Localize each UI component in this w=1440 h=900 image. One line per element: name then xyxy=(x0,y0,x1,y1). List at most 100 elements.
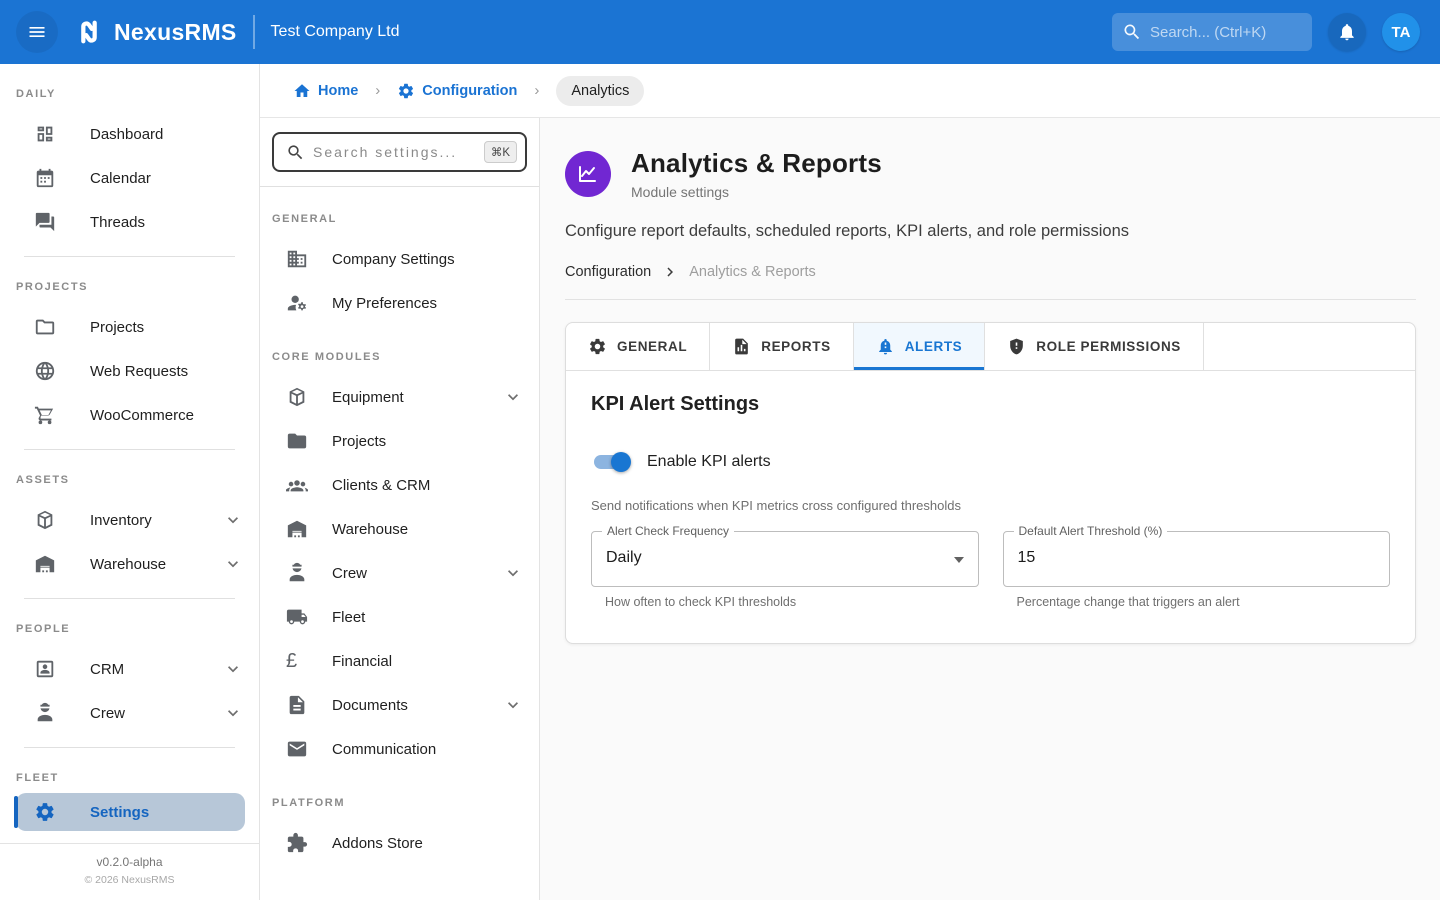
sidebar-item-label: Warehouse xyxy=(332,521,408,538)
sidebar-item-label: Dashboard xyxy=(90,126,163,143)
global-search-input[interactable] xyxy=(1150,24,1302,41)
hamburger-icon xyxy=(27,22,47,42)
sidebar-item-label: Warehouse xyxy=(90,556,166,573)
sidebar-item-financial[interactable]: £Financial xyxy=(260,639,539,683)
app-version: v0.2.0-alpha xyxy=(0,855,259,869)
sidebar-item-label: Inventory xyxy=(90,512,152,529)
enable-kpi-alerts-toggle[interactable] xyxy=(591,450,631,474)
section-label: FLEET xyxy=(16,772,243,784)
alert-frequency-select[interactable]: Alert Check FrequencyDaily xyxy=(591,531,979,587)
box-icon xyxy=(286,386,308,408)
chevron-down-icon xyxy=(223,659,243,679)
sidebar-pinned-footer: Settings v0.2.0-alpha © 2026 NexusRMS xyxy=(0,789,259,900)
field-label: Alert Check Frequency xyxy=(602,524,734,538)
alert-threshold-input[interactable]: Default Alert Threshold (%)15 xyxy=(1003,531,1391,587)
tab-alerts[interactable]: ALERTS xyxy=(854,323,986,370)
search-icon xyxy=(1122,22,1142,42)
sidebar-item-warehouse[interactable]: Warehouse xyxy=(0,542,259,586)
puzzle-icon xyxy=(286,832,308,854)
tab-label: GENERAL xyxy=(617,339,687,354)
sidebar-item-crew[interactable]: Crew xyxy=(260,551,539,595)
form-field: Alert Check FrequencyDailyHow often to c… xyxy=(591,531,979,609)
sidebar-item-settings[interactable]: Settings xyxy=(16,793,245,831)
crew-icon xyxy=(34,702,56,724)
sidebar-item-label: Projects xyxy=(90,319,144,336)
building-icon xyxy=(286,248,308,270)
settings-card: GENERALREPORTSALERTSROLE PERMISSIONS KPI… xyxy=(565,322,1416,644)
pound-icon: £ xyxy=(286,650,308,672)
sidebar-item-calendar[interactable]: Calendar xyxy=(0,156,259,200)
sidebar-item-label: Calendar xyxy=(90,170,151,187)
sidebar-item-label: Addons Store xyxy=(332,835,423,852)
sidebar-item-label: My Preferences xyxy=(332,295,437,312)
tab-general[interactable]: GENERAL xyxy=(566,323,710,370)
chevron-down-icon xyxy=(503,387,523,407)
sidebar-item-inventory[interactable]: Inventory xyxy=(0,498,259,542)
report-icon xyxy=(732,337,751,356)
keyboard-shortcut-badge: ⌘K xyxy=(484,141,517,163)
nexus-logo-icon xyxy=(72,15,106,49)
sidebar-item-projects[interactable]: Projects xyxy=(0,305,259,349)
sidebar-item-dashboard[interactable]: Dashboard xyxy=(0,112,259,156)
sidebar-item-threads[interactable]: Threads xyxy=(0,200,259,244)
field-value: Daily xyxy=(592,532,978,584)
tab-reports[interactable]: REPORTS xyxy=(710,323,853,370)
sidebar-item-addons-store[interactable]: Addons Store xyxy=(260,821,539,865)
menu-button[interactable] xyxy=(16,11,58,53)
divider xyxy=(24,256,235,257)
breadcrumb-link-configuration[interactable]: Configuration xyxy=(397,82,517,100)
section-label: PLATFORM xyxy=(272,797,527,809)
sidebar-item-label: Documents xyxy=(332,697,408,714)
brand: NexusRMS xyxy=(72,15,237,49)
app-header: NexusRMS Test Company Ltd TA xyxy=(0,0,1440,64)
sidebar-item-company-settings[interactable]: Company Settings xyxy=(260,237,539,281)
user-avatar[interactable]: TA xyxy=(1382,13,1420,51)
field-value: 15 xyxy=(1004,532,1390,584)
chevron-right-icon xyxy=(661,263,679,281)
sidebar-item-fleet[interactable]: Fleet xyxy=(260,595,539,639)
path-parent: Configuration xyxy=(565,264,651,280)
divider xyxy=(24,449,235,450)
sidebar-item-crm[interactable]: CRM xyxy=(0,647,259,691)
sidebar-item-label: WooCommerce xyxy=(90,407,194,424)
sidebar-item-label: Company Settings xyxy=(332,251,455,268)
sidebar-item-label: Settings xyxy=(90,804,149,821)
search-icon xyxy=(286,143,305,162)
breadcrumb-label: Home xyxy=(318,83,358,99)
tab-role-permissions[interactable]: ROLE PERMISSIONS xyxy=(985,323,1204,370)
sidebar-item-label: Projects xyxy=(332,433,386,450)
sidebar-item-clients-crm[interactable]: Clients & CRM xyxy=(260,463,539,507)
bell-icon xyxy=(1337,22,1357,42)
settings-search[interactable]: ⌘K xyxy=(272,132,527,172)
sidebar-item-label: Threads xyxy=(90,214,145,231)
sidebar-item-warehouse[interactable]: Warehouse xyxy=(260,507,539,551)
settings-search-input[interactable] xyxy=(313,144,476,160)
global-search[interactable] xyxy=(1112,13,1312,51)
shield-icon xyxy=(1007,337,1026,356)
path-current: Analytics & Reports xyxy=(689,264,816,280)
warehouse-icon xyxy=(34,553,56,575)
sidebar-item-equipment[interactable]: Equipment xyxy=(260,375,539,419)
folder-icon xyxy=(34,316,56,338)
sidebar-item-web-requests[interactable]: Web Requests xyxy=(0,349,259,393)
field-label: Default Alert Threshold (%) xyxy=(1014,524,1168,538)
breadcrumb-current: Analytics xyxy=(556,76,644,106)
sidebar-item-crew[interactable]: Crew xyxy=(0,691,259,735)
sidebar-item-documents[interactable]: Documents xyxy=(260,683,539,727)
breadcrumb-link-home[interactable]: Home xyxy=(293,82,358,100)
copyright: © 2026 NexusRMS xyxy=(0,874,259,886)
sidebar-item-projects[interactable]: Projects xyxy=(260,419,539,463)
settings-sidebar: ⌘K GENERALCompany SettingsMy Preferences… xyxy=(260,118,540,900)
sidebar-item-woocommerce[interactable]: WooCommerce xyxy=(0,393,259,437)
chevron-down-icon xyxy=(503,695,523,715)
sidebar-item-label: Fleet xyxy=(332,609,365,626)
breadcrumb-label: Configuration xyxy=(422,83,517,99)
notifications-button[interactable] xyxy=(1328,13,1366,51)
sidebar-item-my-preferences[interactable]: My Preferences xyxy=(260,281,539,325)
mail-icon xyxy=(286,738,308,760)
sidebar-item-communication[interactable]: Communication xyxy=(260,727,539,771)
gear-icon xyxy=(588,337,607,356)
form-field: Default Alert Threshold (%)15Percentage … xyxy=(1003,531,1391,609)
gear-icon xyxy=(34,801,56,823)
calendar-icon xyxy=(34,167,56,189)
